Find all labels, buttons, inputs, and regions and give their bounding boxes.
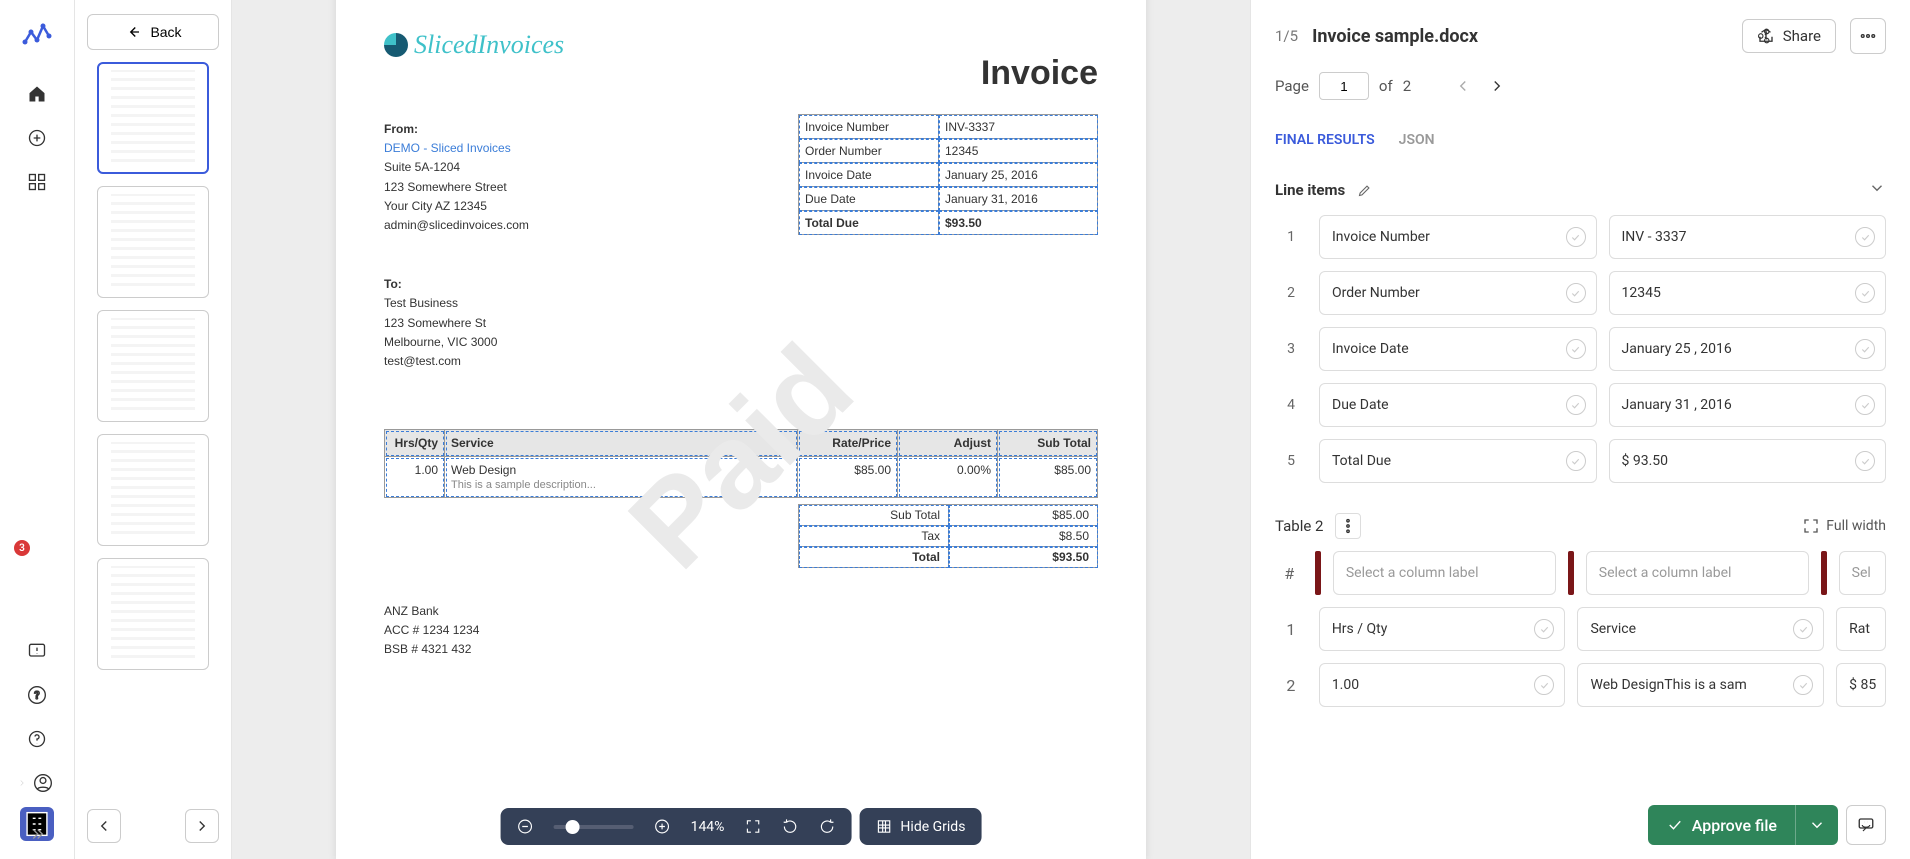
apps-icon[interactable] (17, 162, 57, 202)
viewer-toolbar: 144% Hide Grids (501, 808, 982, 845)
from-block: From: DEMO - Sliced Invoices Suite 5A-12… (384, 120, 529, 235)
bank-block: ANZ Bank ACC # 1234 1234 BSB # 4321 432 (384, 602, 1098, 660)
chevron-down-icon[interactable] (1868, 179, 1886, 197)
page-input[interactable] (1319, 72, 1369, 100)
zoom-out-icon[interactable] (517, 818, 534, 835)
help2-icon[interactable] (17, 719, 57, 759)
table-menu-button[interactable] (1335, 513, 1361, 539)
column-marker (1315, 551, 1320, 595)
table2-cell[interactable]: Rat (1836, 607, 1886, 651)
key-cell[interactable]: Due Date (1319, 383, 1597, 427)
val-cell[interactable]: January 25 , 2016 (1609, 327, 1887, 371)
table2-cell[interactable]: 1.00 (1319, 663, 1566, 707)
fullscreen-icon[interactable] (744, 818, 761, 835)
totals-table: Sub Total$85.00 Tax$8.50 Total$93.50 (798, 504, 1098, 568)
home-icon[interactable] (17, 74, 57, 114)
chat-button[interactable] (1846, 805, 1886, 845)
thumbnail-1[interactable] (97, 62, 209, 174)
edit-icon[interactable] (1357, 183, 1372, 198)
approve-dropdown[interactable] (1795, 805, 1838, 845)
next-page-button[interactable] (185, 809, 219, 843)
column-marker (1568, 551, 1573, 595)
more-button[interactable] (1850, 18, 1886, 54)
book-icon[interactable] (17, 587, 57, 627)
tab-final-results[interactable]: FINAL RESULTS (1275, 132, 1375, 156)
table2-cell[interactable]: Web DesignThis is a sam (1577, 663, 1824, 707)
table2-cell[interactable]: Service (1577, 607, 1824, 651)
table2: # Select a column label Select a column … (1275, 551, 1886, 707)
prev-page-button[interactable] (87, 809, 121, 843)
zoom-level: 144% (691, 819, 725, 835)
share-button[interactable]: Share (1742, 19, 1836, 53)
line-items-rows: 1Invoice NumberINV - 3337 2Order Number1… (1275, 215, 1886, 483)
thumbnail-4[interactable] (97, 434, 209, 546)
invoice-document: Paid SlicedInvoices Invoice From: DEMO -… (336, 0, 1146, 859)
val-cell[interactable]: $ 93.50 (1609, 439, 1887, 483)
thumbnail-5[interactable] (97, 558, 209, 670)
tab-json[interactable]: JSON (1399, 132, 1435, 156)
to-block: To: Test Business 123 Somewhere St Melbo… (384, 275, 1098, 371)
key-cell[interactable]: Invoice Number (1319, 215, 1597, 259)
column-label-select[interactable]: Sel (1839, 551, 1886, 595)
file-name: Invoice sample.docx (1312, 26, 1478, 47)
column-marker (1821, 551, 1826, 595)
line-items-header: Line items (1275, 179, 1886, 201)
document-viewer: Paid SlicedInvoices Invoice From: DEMO -… (232, 0, 1250, 859)
notif-badge: 3 (14, 540, 30, 556)
app-logo (21, 18, 53, 50)
page-prev-button[interactable] (1451, 74, 1475, 98)
rotate-left-icon[interactable] (781, 818, 798, 835)
results-panel: 1/5 Invoice sample.docx Share Page of 2 … (1250, 0, 1910, 859)
back-button[interactable]: Back (87, 14, 219, 50)
account-icon[interactable] (29, 769, 57, 797)
file-counter: 1/5 (1275, 27, 1298, 45)
approve-button[interactable]: Approve file (1648, 805, 1838, 845)
hide-grids-button[interactable]: Hide Grids (859, 808, 981, 845)
thumbnail-2[interactable] (97, 186, 209, 298)
column-label-select[interactable]: Select a column label (1333, 551, 1557, 595)
zoom-in-icon[interactable] (654, 818, 671, 835)
table2-cell[interactable]: $ 85 (1836, 663, 1886, 707)
invoice-title: Invoice (981, 54, 1098, 93)
thumbnail-column: Back (75, 0, 232, 859)
notifications-icon[interactable]: 3 (17, 543, 57, 583)
full-width-button[interactable]: Full width (1802, 517, 1886, 535)
val-cell[interactable]: 12345 (1609, 271, 1887, 315)
val-cell[interactable]: INV - 3337 (1609, 215, 1887, 259)
zoom-slider[interactable] (554, 825, 634, 829)
column-label-select[interactable]: Select a column label (1586, 551, 1810, 595)
collapse-icon[interactable] (28, 825, 46, 847)
info-table: Invoice NumberINV-3337 Order Number12345… (798, 114, 1098, 235)
table2-cell[interactable]: Hrs / Qty (1319, 607, 1566, 651)
thumbnail-3[interactable] (97, 310, 209, 422)
key-cell[interactable]: Invoice Date (1319, 327, 1597, 371)
key-cell[interactable]: Order Number (1319, 271, 1597, 315)
page-selector: Page of 2 (1275, 72, 1886, 100)
help-icon[interactable]: ? (17, 675, 57, 715)
table2-header: Table 2 Full width (1275, 513, 1886, 539)
left-icon-rail: 3 ? (0, 0, 75, 859)
page-next-button[interactable] (1485, 74, 1509, 98)
key-cell[interactable]: Total Due (1319, 439, 1597, 483)
val-cell[interactable]: January 31 , 2016 (1609, 383, 1887, 427)
svg-text:?: ? (34, 689, 39, 702)
rotate-right-icon[interactable] (818, 818, 835, 835)
add-icon[interactable] (17, 118, 57, 158)
feedback-icon[interactable] (17, 631, 57, 671)
